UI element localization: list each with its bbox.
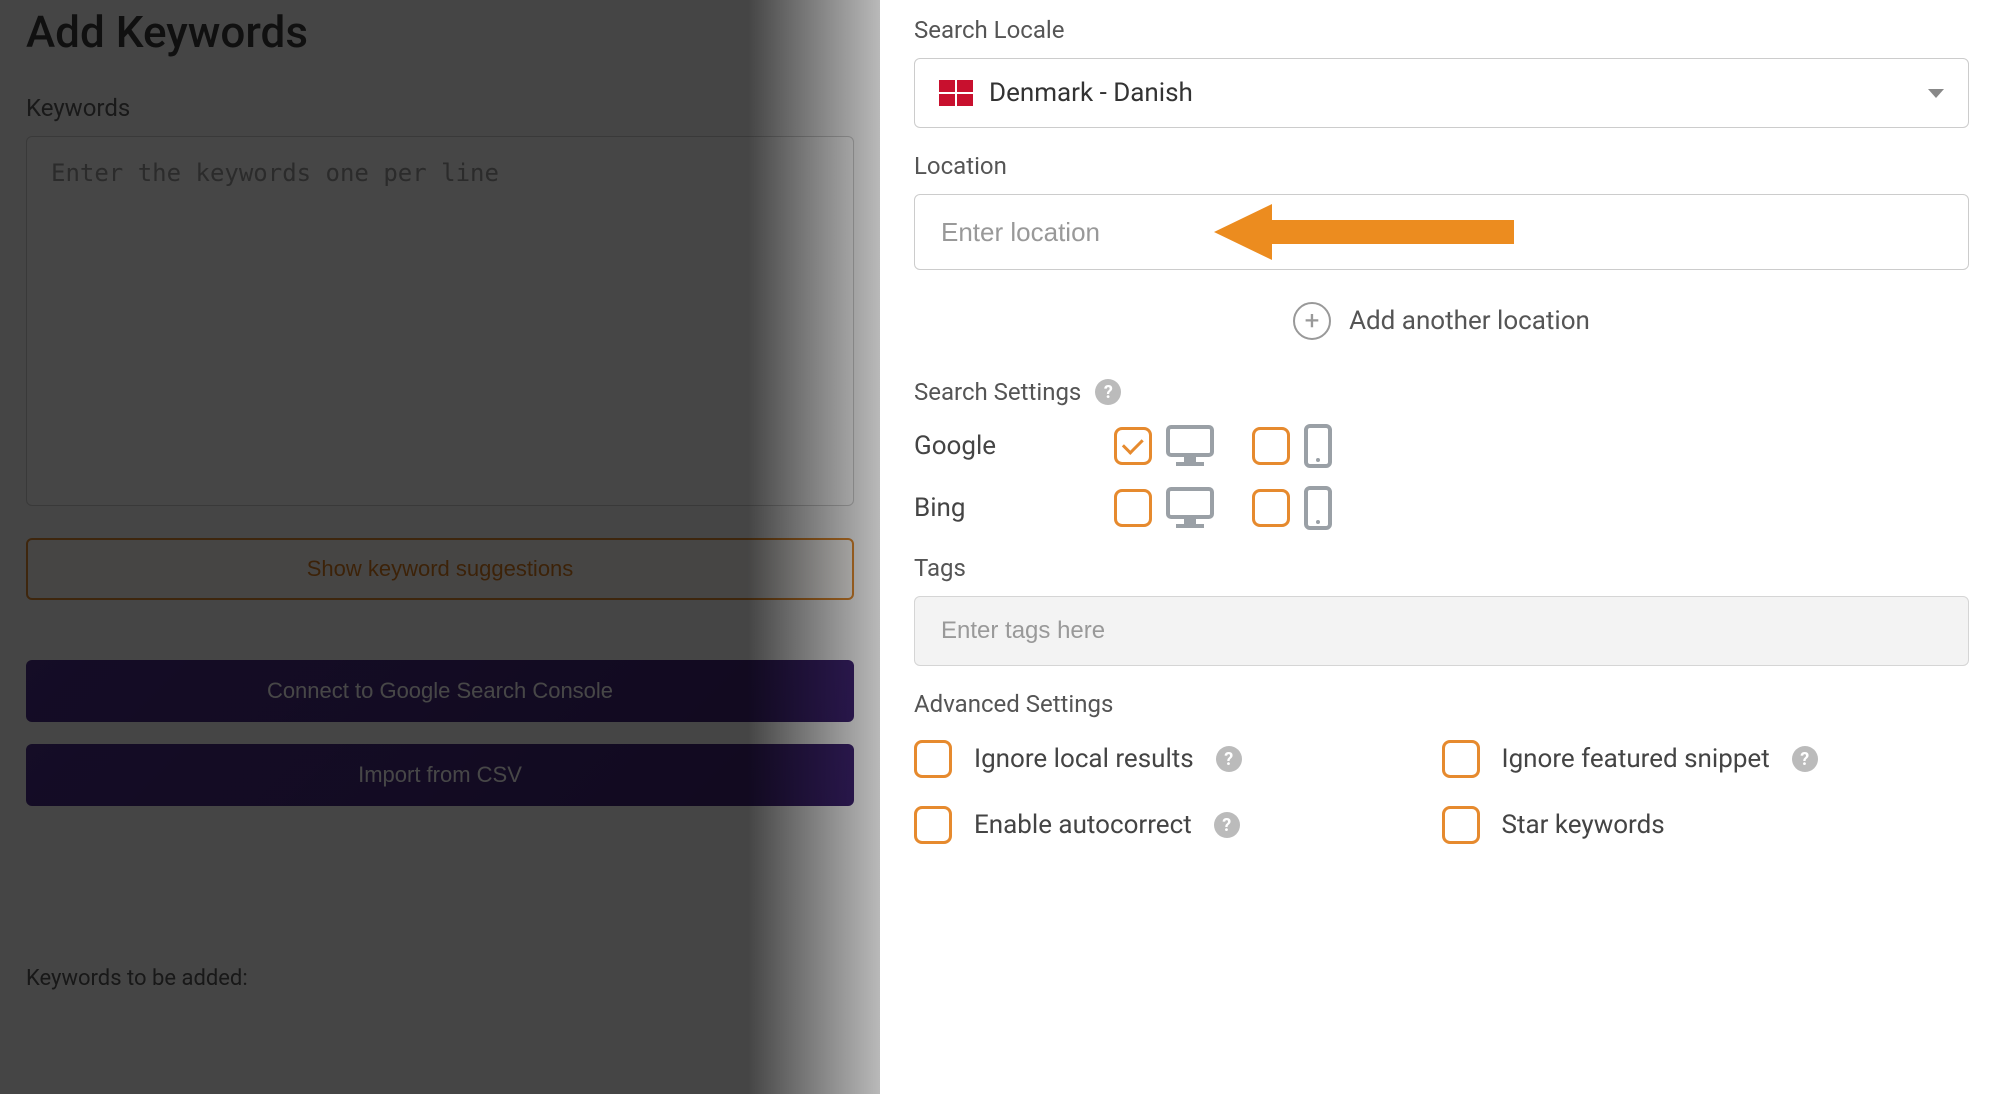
- tags-input[interactable]: [914, 596, 1969, 666]
- advanced-settings-label: Advanced Settings: [914, 690, 1969, 718]
- autocorrect-label: Enable autocorrect: [974, 810, 1192, 840]
- desktop-icon: [1166, 487, 1214, 529]
- keywords-textarea[interactable]: [26, 136, 854, 506]
- flag-denmark-icon: [939, 80, 973, 106]
- mobile-icon: [1304, 486, 1332, 530]
- search-locale-label: Search Locale: [914, 16, 1969, 44]
- ignore-snippet-label: Ignore featured snippet: [1502, 744, 1770, 774]
- bing-row: Bing: [914, 486, 1969, 530]
- show-suggestions-button[interactable]: Show keyword suggestions: [26, 538, 854, 600]
- add-location-button[interactable]: + Add another location: [914, 292, 1969, 364]
- google-mobile-checkbox[interactable]: [1252, 427, 1290, 465]
- keywords-label: Keywords: [26, 94, 854, 122]
- autocorrect-checkbox[interactable]: [914, 806, 952, 844]
- ignore-local-label: Ignore local results: [974, 744, 1194, 774]
- help-icon[interactable]: ?: [1216, 746, 1242, 772]
- google-desktop-checkbox[interactable]: [1114, 427, 1152, 465]
- chevron-down-icon: [1928, 89, 1944, 98]
- location-label: Location: [914, 152, 1969, 180]
- star-keywords-checkbox[interactable]: [1442, 806, 1480, 844]
- ignore-snippet-checkbox[interactable]: [1442, 740, 1480, 778]
- location-input[interactable]: [914, 194, 1969, 270]
- connect-gsc-button[interactable]: Connect to Google Search Console: [26, 660, 854, 722]
- add-location-label: Add another location: [1349, 306, 1590, 336]
- tags-label: Tags: [914, 554, 1969, 582]
- help-icon[interactable]: ?: [1095, 379, 1121, 405]
- right-panel: Search Locale Denmark - Danish Location …: [880, 0, 1999, 1094]
- to-be-added-label: Keywords to be added:: [26, 966, 854, 991]
- page-title: Add Keywords: [26, 6, 854, 58]
- bing-mobile-checkbox[interactable]: [1252, 489, 1290, 527]
- left-panel: Add Keywords Keywords Show keyword sugge…: [0, 0, 880, 1094]
- bing-label: Bing: [914, 493, 1114, 523]
- mobile-icon: [1304, 424, 1332, 468]
- star-keywords-label: Star keywords: [1502, 810, 1665, 840]
- search-settings-label: Search Settings: [914, 378, 1081, 406]
- search-locale-dropdown[interactable]: Denmark - Danish: [914, 58, 1969, 128]
- help-icon[interactable]: ?: [1214, 812, 1240, 838]
- search-locale-value: Denmark - Danish: [989, 78, 1193, 108]
- google-label: Google: [914, 431, 1114, 461]
- bing-desktop-checkbox[interactable]: [1114, 489, 1152, 527]
- ignore-local-checkbox[interactable]: [914, 740, 952, 778]
- desktop-icon: [1166, 425, 1214, 467]
- plus-icon: +: [1293, 302, 1331, 340]
- google-row: Google: [914, 424, 1969, 468]
- import-csv-button[interactable]: Import from CSV: [26, 744, 854, 806]
- help-icon[interactable]: ?: [1792, 746, 1818, 772]
